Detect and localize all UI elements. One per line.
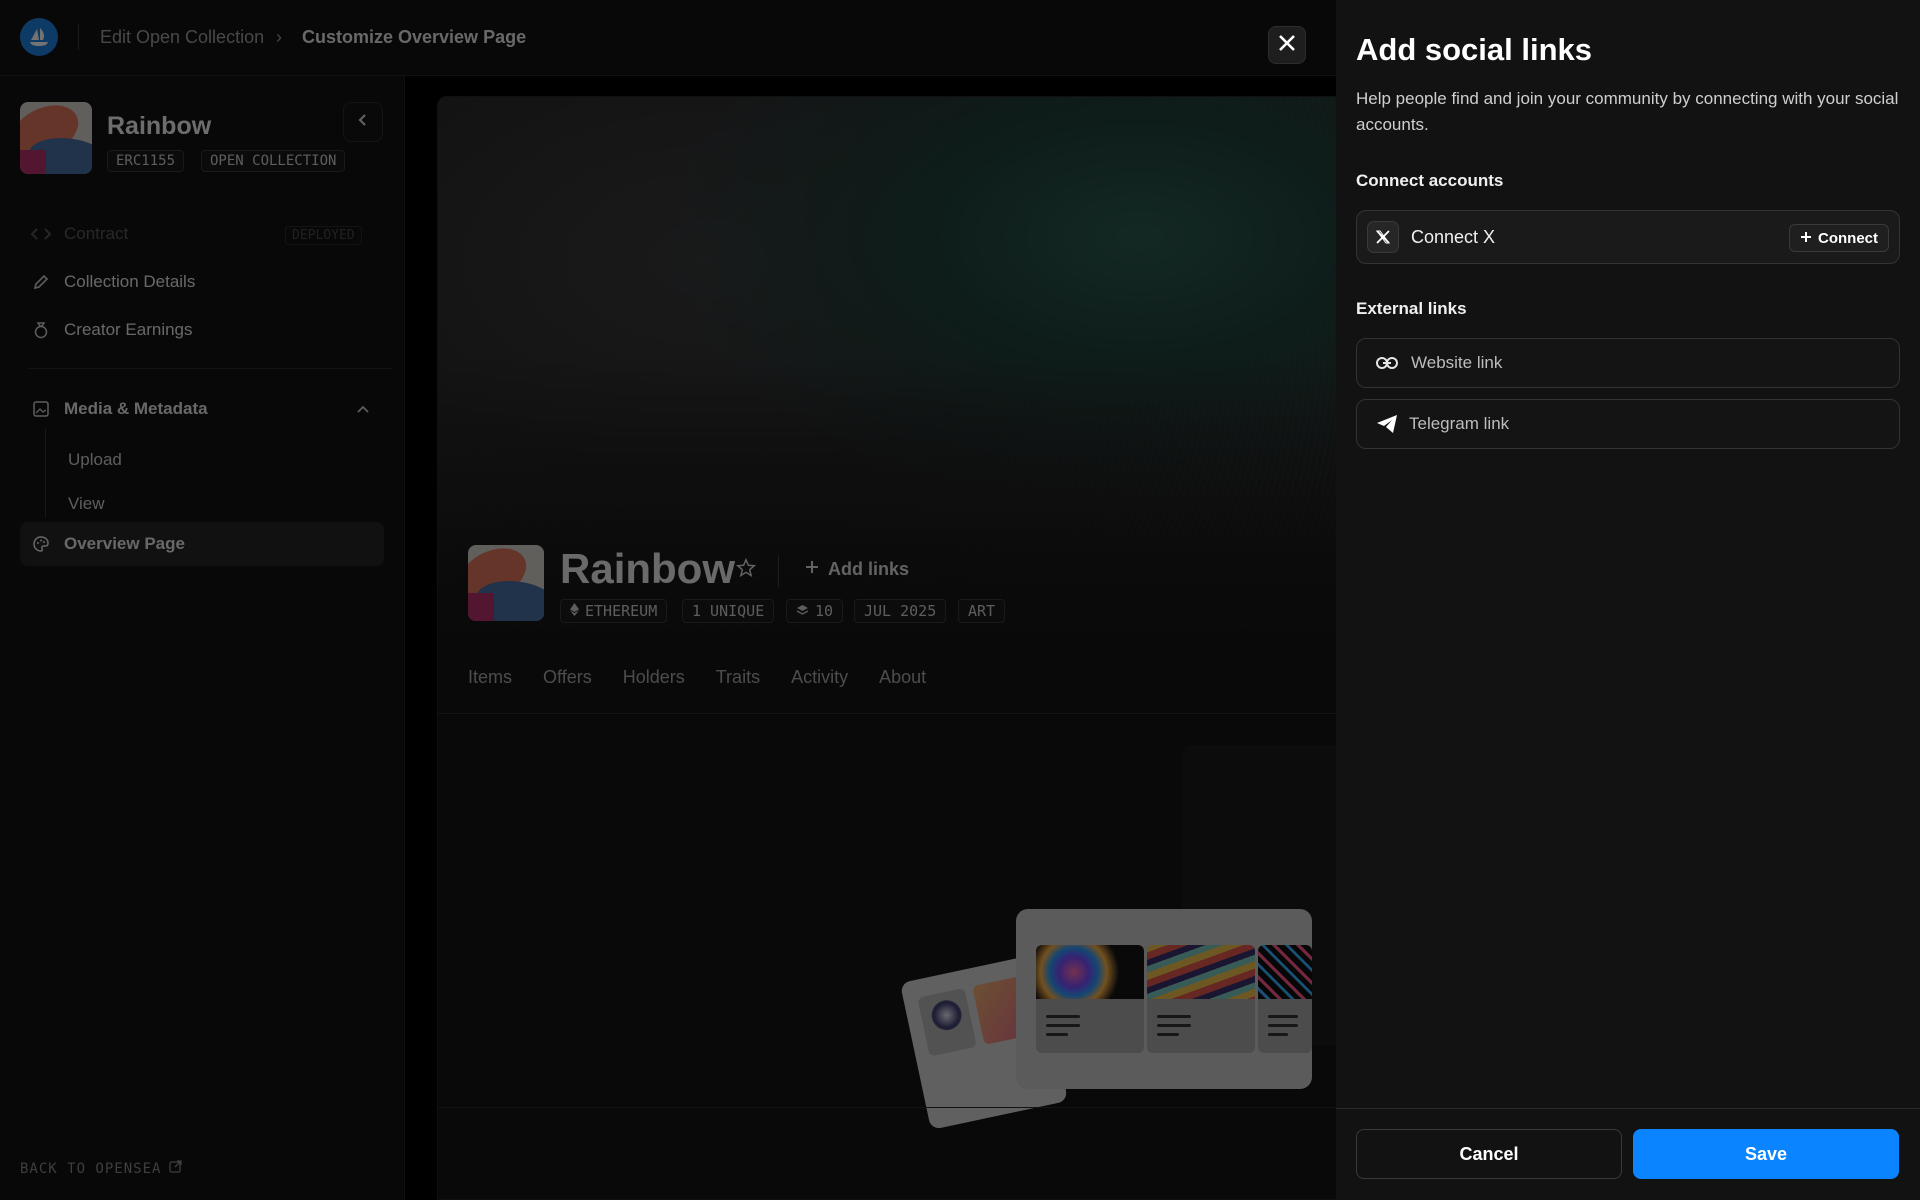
- website-link-input[interactable]: Website link: [1356, 338, 1900, 388]
- breadcrumb-current: Customize Overview Page: [302, 27, 527, 47]
- sidebar-item-label: Creator Earnings: [64, 320, 193, 339]
- subnav-line: [45, 428, 46, 518]
- banner-fade: [438, 357, 1336, 637]
- chevron-left-icon: [356, 113, 370, 132]
- sidebar-item-view[interactable]: View: [68, 494, 105, 514]
- cancel-button[interactable]: Cancel: [1356, 1129, 1622, 1179]
- tab-items[interactable]: Items: [468, 667, 512, 688]
- telegram-link-input[interactable]: Telegram link: [1356, 399, 1900, 449]
- category-tag: ART: [958, 599, 1006, 623]
- chain-tag: ETHEREUM: [560, 599, 668, 623]
- tabs-divider: [438, 713, 1336, 714]
- back-link-label: BACK TO OPENSEA: [20, 1160, 162, 1177]
- tab-about[interactable]: About: [879, 667, 926, 688]
- preview-collection-title: Rainbow: [560, 545, 735, 592]
- add-links-label: Add links: [828, 559, 910, 579]
- connect-x-label: Connect X: [1411, 226, 1496, 247]
- breadcrumb-parent[interactable]: Edit Open Collection: [100, 26, 264, 48]
- tab-offers[interactable]: Offers: [543, 667, 592, 688]
- illustration-tile: [1258, 945, 1312, 1053]
- image-icon: [30, 398, 52, 420]
- drawer-title: Add social links: [1356, 32, 1593, 67]
- supply-tag-label: 10: [815, 602, 834, 620]
- topbar-divider: [78, 24, 79, 50]
- close-button[interactable]: [1268, 26, 1306, 64]
- opensea-logo-icon[interactable]: [20, 18, 58, 56]
- external-links-heading: External links: [1356, 299, 1467, 318]
- plus-icon: [804, 559, 820, 580]
- connect-button-label: Connect: [1818, 229, 1878, 247]
- drawer-footer-divider: [1336, 1108, 1920, 1109]
- star-icon[interactable]: [735, 557, 757, 584]
- palette-icon: [30, 533, 52, 555]
- social-links-drawer: Add social links Help people find and jo…: [1336, 0, 1920, 1200]
- link-icon: [1375, 351, 1399, 375]
- plus-icon: [1800, 230, 1812, 247]
- sidebar-item-upload[interactable]: Upload: [68, 450, 122, 470]
- sidebar-item-label: Overview Page: [64, 534, 185, 553]
- illustration-tile: [1147, 945, 1255, 1053]
- date-tag: JUL 2025: [854, 599, 947, 623]
- chain-tag-label: ETHEREUM: [585, 602, 658, 620]
- preview-tabs: Items Offers Holders Traits Activity Abo…: [468, 667, 926, 688]
- layers-icon: [796, 600, 809, 622]
- collection-name: Rainbow: [107, 112, 212, 140]
- drawer-description: Help people find and join your community…: [1356, 89, 1899, 134]
- illustration-tile: [1036, 945, 1144, 1053]
- sidebar-item-media-metadata[interactable]: Media & Metadata: [20, 387, 384, 431]
- pencil-icon: [30, 271, 52, 293]
- preview-divider: [778, 555, 779, 587]
- close-icon: [1277, 33, 1297, 58]
- website-link-placeholder: Website link: [1411, 353, 1503, 372]
- preview-collection-thumbnail: [468, 545, 544, 621]
- connect-x-button[interactable]: Connect: [1789, 224, 1889, 252]
- sidebar-item-label: Collection Details: [64, 272, 196, 291]
- tab-traits[interactable]: Traits: [716, 667, 760, 688]
- add-links-button[interactable]: Add links: [804, 559, 909, 580]
- back-to-opensea-link[interactable]: BACK TO OPENSEA: [20, 1160, 183, 1177]
- chevron-up-icon[interactable]: [356, 401, 370, 421]
- illustration-card: [1016, 909, 1312, 1089]
- overview-preview: Rainbow Add links ETHEREUM 1 UNIQUE 10 J…: [437, 96, 1337, 1200]
- tab-holders[interactable]: Holders: [623, 667, 685, 688]
- sidebar-item-label: Media & Metadata: [64, 399, 208, 418]
- standard-tag: ERC1155: [107, 150, 185, 172]
- money-bag-icon: [30, 319, 52, 341]
- sidebar-item-collection-details[interactable]: Collection Details: [20, 260, 384, 304]
- supply-tag: 10: [786, 599, 844, 623]
- external-link-icon: [169, 1160, 183, 1177]
- unique-tag: 1 UNIQUE: [682, 599, 775, 623]
- tab-activity[interactable]: Activity: [791, 667, 848, 688]
- ethereum-icon: [570, 600, 579, 622]
- preview-bottom-divider: [438, 1107, 1336, 1108]
- code-icon: [30, 223, 52, 245]
- connect-accounts-heading: Connect accounts: [1356, 171, 1504, 190]
- breadcrumb-separator: ›: [276, 27, 282, 47]
- sidebar-item-label: Contract: [64, 224, 129, 243]
- x-logo-icon: [1367, 221, 1399, 253]
- connect-x-row: Connect X Connect: [1356, 210, 1900, 264]
- collection-type-tag: OPEN COLLECTION: [201, 150, 346, 172]
- telegram-link-placeholder: Telegram link: [1409, 414, 1510, 433]
- sidebar: Rainbow ERC1155 OPEN COLLECTION Contract…: [0, 76, 405, 1200]
- sidebar-item-overview-page[interactable]: Overview Page: [20, 522, 384, 566]
- collapse-sidebar-button[interactable]: [343, 102, 383, 142]
- sidebar-item-creator-earnings[interactable]: Creator Earnings: [20, 308, 384, 352]
- collection-thumbnail: [20, 102, 92, 174]
- save-button[interactable]: Save: [1633, 1129, 1899, 1179]
- status-badge: DEPLOYED: [285, 226, 362, 245]
- sidebar-divider: [28, 368, 393, 369]
- telegram-icon: [1375, 412, 1399, 436]
